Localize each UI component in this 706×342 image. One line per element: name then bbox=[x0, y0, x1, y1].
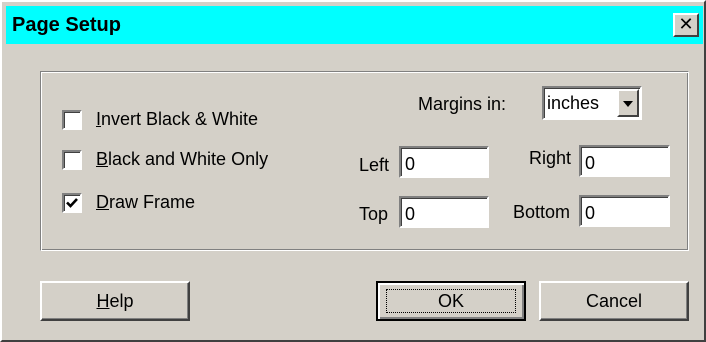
margins-units-label: Margins in: bbox=[418, 94, 507, 114]
checkmark-icon bbox=[66, 197, 78, 208]
invert-checkbox-row[interactable]: Invert Black & White bbox=[62, 109, 258, 130]
cancel-button[interactable]: Cancel bbox=[539, 281, 689, 321]
invert-label: Invert Black & White bbox=[96, 109, 259, 129]
draw-frame-label: Draw Frame bbox=[96, 192, 196, 212]
close-button[interactable]: ✕ bbox=[673, 13, 699, 37]
close-icon: ✕ bbox=[678, 14, 694, 35]
bottom-margin-label: Bottom bbox=[513, 202, 571, 222]
window-title: Page Setup bbox=[12, 14, 121, 36]
focus-ring bbox=[386, 289, 516, 313]
ok-button[interactable]: OK bbox=[376, 281, 526, 321]
page-setup-dialog: Page Setup ✕ Invert Black & White Black … bbox=[0, 0, 706, 342]
dropdown-arrow-icon bbox=[623, 101, 633, 107]
bw-only-label: Black and White Only bbox=[96, 149, 269, 169]
margins-units-select[interactable]: inches bbox=[542, 86, 642, 120]
draw-frame-checkbox[interactable] bbox=[62, 192, 82, 213]
cancel-button-label: Cancel bbox=[585, 290, 643, 311]
help-button[interactable]: Help bbox=[40, 281, 190, 321]
bottom-margin-field[interactable] bbox=[579, 195, 670, 227]
title-bar[interactable]: Page Setup ✕ bbox=[6, 6, 703, 44]
draw-frame-checkbox-row[interactable]: Draw Frame bbox=[62, 192, 195, 213]
dropdown-button[interactable] bbox=[617, 89, 639, 117]
bw-only-checkbox-row[interactable]: Black and White Only bbox=[62, 149, 268, 170]
bw-only-checkbox[interactable] bbox=[62, 149, 82, 170]
left-margin-field[interactable] bbox=[399, 146, 489, 178]
help-button-label: Help bbox=[96, 290, 134, 311]
top-margin-field[interactable] bbox=[399, 196, 489, 228]
top-margin-label: Top bbox=[359, 204, 389, 224]
right-margin-field[interactable] bbox=[579, 145, 670, 177]
right-margin-label: Right bbox=[529, 148, 572, 168]
margins-units-value: inches bbox=[547, 93, 600, 113]
invert-checkbox[interactable] bbox=[62, 109, 82, 130]
left-margin-label: Left bbox=[359, 155, 390, 175]
